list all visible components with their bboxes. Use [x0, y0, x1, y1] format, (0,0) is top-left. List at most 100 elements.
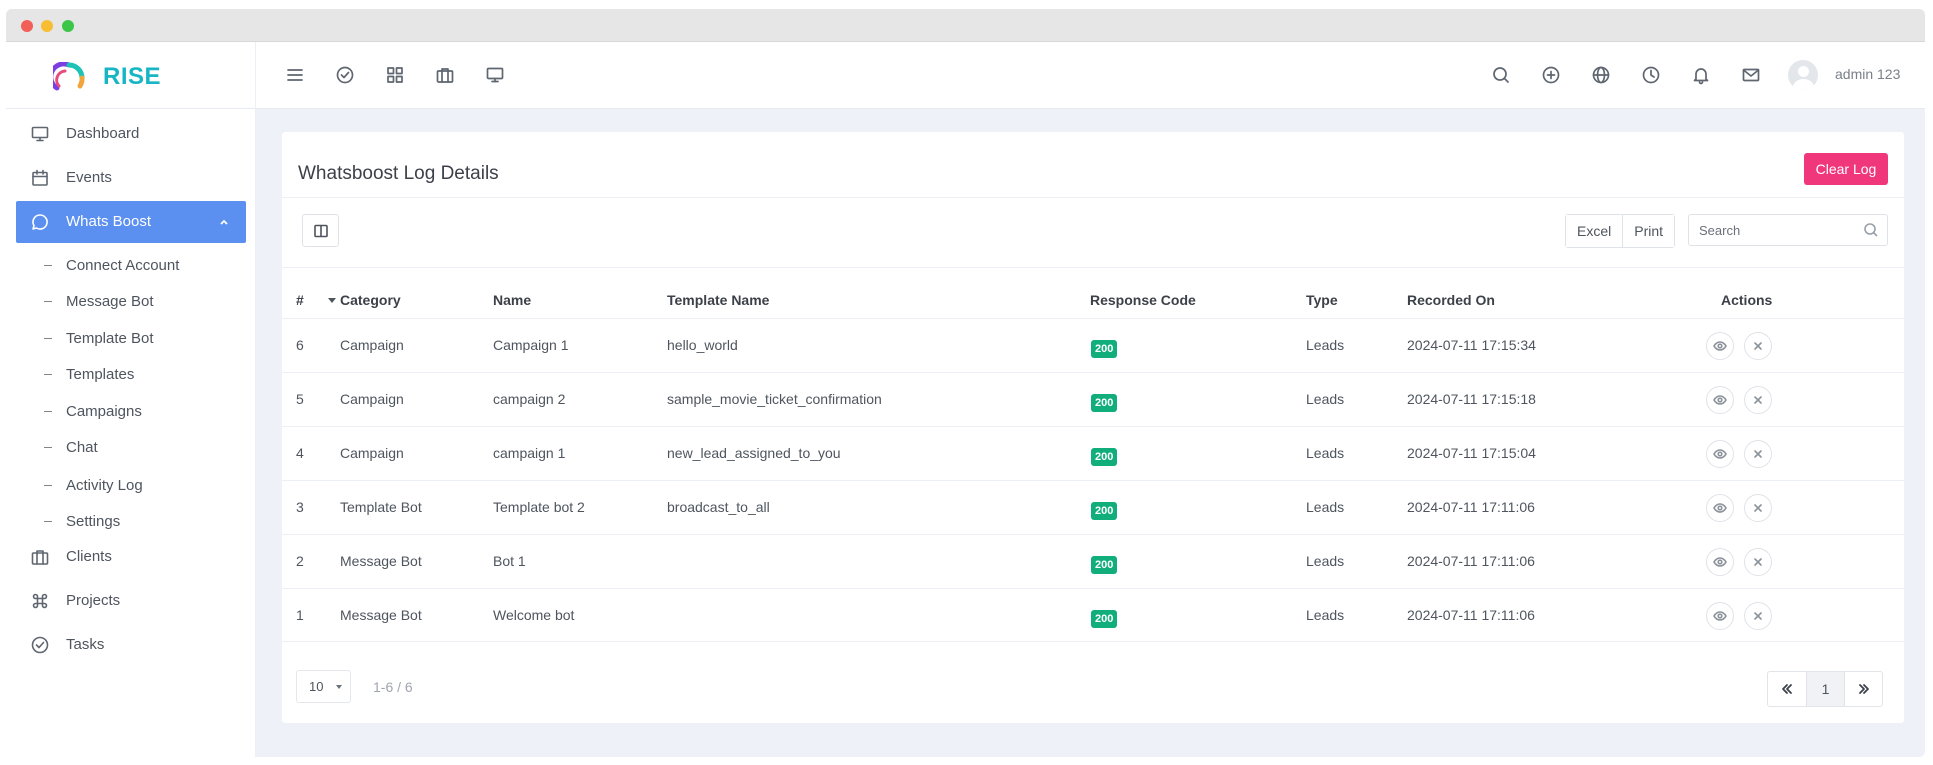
cell-recorded-on: 2024-07-11 17:15:04: [1407, 445, 1536, 461]
sidebar-item-tasks[interactable]: Tasks: [16, 624, 246, 666]
grid-icon[interactable]: [384, 64, 406, 86]
check-circle-icon[interactable]: [334, 64, 356, 86]
next-page-button[interactable]: [1844, 672, 1882, 706]
eye-icon: [1713, 503, 1727, 513]
mail-icon[interactable]: [1740, 64, 1762, 86]
cell-type: Leads: [1306, 445, 1345, 461]
cell-category: Message Bot: [340, 553, 422, 569]
eye-icon: [1713, 341, 1727, 351]
sidebar-item-projects[interactable]: Projects: [16, 580, 246, 622]
sidebar-subitem-connect-account[interactable]: Connect Account: [16, 246, 246, 286]
sidebar-subitem-label: Activity Log: [66, 477, 143, 494]
sidebar-item-dashboard[interactable]: Dashboard: [16, 113, 246, 155]
excel-button[interactable]: Excel: [1566, 215, 1623, 247]
previous-page-button[interactable]: [1768, 672, 1806, 706]
eye-icon: [1713, 395, 1727, 405]
cell-id: 5: [296, 391, 304, 407]
status-badge: 200: [1091, 610, 1118, 628]
menu-toggle-icon[interactable]: [284, 64, 306, 86]
table-row[interactable]: 3 Template Bot Template bot 2 broadcast_…: [282, 480, 1904, 534]
columns-icon: [313, 224, 328, 237]
page-button[interactable]: 1: [1806, 672, 1844, 706]
bell-icon[interactable]: [1690, 64, 1712, 86]
column-header-name[interactable]: Name: [493, 292, 531, 308]
top-bar: RISE admin 123: [6, 42, 1925, 109]
cell-template-name: broadcast_to_all: [667, 499, 770, 515]
status-badge: 200: [1091, 448, 1118, 466]
minimize-window-button[interactable]: [41, 20, 53, 32]
cell-category: Message Bot: [340, 607, 422, 623]
column-header-template-name[interactable]: Template Name: [667, 292, 769, 308]
search-icon[interactable]: [1863, 222, 1879, 238]
sidebar-item-events[interactable]: Events: [16, 157, 246, 199]
delete-button[interactable]: [1744, 602, 1772, 630]
table-row[interactable]: 2 Message Bot Bot 1 200 Leads 2024-07-11…: [282, 534, 1904, 588]
view-button[interactable]: [1706, 494, 1734, 522]
briefcase-icon[interactable]: [434, 64, 456, 86]
cell-type: Leads: [1306, 553, 1345, 569]
sidebar-subitem-message-bot[interactable]: Message Bot: [16, 282, 246, 322]
column-header-response-code[interactable]: Response Code: [1090, 292, 1196, 308]
avatar[interactable]: [1788, 60, 1818, 90]
delete-button[interactable]: [1744, 548, 1772, 576]
sidebar-subitem-activity-log[interactable]: Activity Log: [16, 466, 246, 506]
close-window-button[interactable]: [21, 20, 33, 32]
table-row[interactable]: 6 Campaign Campaign 1 hello_world 200 Le…: [282, 318, 1904, 372]
dash-icon: [44, 521, 52, 522]
dash-icon: [44, 485, 52, 486]
close-icon: [1754, 558, 1762, 566]
sort-desc-icon[interactable]: [328, 298, 336, 303]
brand[interactable]: RISE: [6, 42, 256, 109]
command-icon: [30, 591, 50, 611]
sidebar-subitem-campaigns[interactable]: Campaigns: [16, 392, 246, 432]
pagination: 1: [1767, 671, 1883, 707]
view-button[interactable]: [1706, 386, 1734, 414]
add-circle-icon[interactable]: [1540, 64, 1562, 86]
chevron-up-icon: [218, 215, 230, 227]
cell-id: 2: [296, 553, 304, 569]
brand-name: RISE: [103, 63, 162, 90]
sidebar-item-label: Dashboard: [66, 125, 140, 142]
cell-recorded-on: 2024-07-11 17:15:34: [1407, 337, 1536, 353]
search-input[interactable]: [1689, 215, 1859, 245]
user-name[interactable]: admin 123: [1835, 66, 1900, 82]
monitor-icon[interactable]: [484, 64, 506, 86]
page-size-select[interactable]: 10: [296, 670, 351, 703]
table-row[interactable]: 5 Campaign campaign 2 sample_movie_ticke…: [282, 372, 1904, 426]
view-button[interactable]: [1706, 440, 1734, 468]
sidebar-subitem-label: Message Bot: [66, 293, 154, 310]
column-header-id[interactable]: #: [296, 292, 304, 308]
column-header-category[interactable]: Category: [340, 292, 401, 308]
delete-button[interactable]: [1744, 440, 1772, 468]
cell-name: Welcome bot: [493, 607, 575, 623]
sidebar-item-whats-boost[interactable]: Whats Boost: [16, 201, 246, 243]
columns-toggle-button[interactable]: [302, 214, 339, 247]
delete-button[interactable]: [1744, 332, 1772, 360]
clear-log-button[interactable]: Clear Log: [1804, 153, 1888, 185]
status-badge: 200: [1091, 556, 1118, 574]
monitor-icon: [30, 124, 50, 144]
delete-button[interactable]: [1744, 386, 1772, 414]
sidebar-subitem-templates[interactable]: Templates: [16, 355, 246, 395]
print-button[interactable]: Print: [1622, 215, 1675, 247]
status-badge: 200: [1091, 394, 1118, 412]
column-header-recorded-on[interactable]: Recorded On: [1407, 292, 1495, 308]
cell-category: Campaign: [340, 391, 404, 407]
table-row[interactable]: 4 Campaign campaign 1 new_lead_assigned_…: [282, 426, 1904, 480]
search-icon[interactable]: [1490, 64, 1512, 86]
clock-icon[interactable]: [1640, 64, 1662, 86]
maximize-window-button[interactable]: [62, 20, 74, 32]
globe-icon[interactable]: [1590, 64, 1612, 86]
sidebar-subitem-chat[interactable]: Chat: [16, 428, 246, 468]
view-button[interactable]: [1706, 602, 1734, 630]
cell-category: Template Bot: [340, 499, 422, 515]
sidebar-item-label: Whats Boost: [66, 213, 152, 230]
cell-name: Bot 1: [493, 553, 526, 569]
delete-button[interactable]: [1744, 494, 1772, 522]
view-button[interactable]: [1706, 332, 1734, 360]
column-header-type[interactable]: Type: [1306, 292, 1338, 308]
table-row[interactable]: 1 Message Bot Welcome bot 200 Leads 2024…: [282, 588, 1904, 642]
view-button[interactable]: [1706, 548, 1734, 576]
sidebar-subitem-template-bot[interactable]: Template Bot: [16, 319, 246, 359]
sidebar-item-clients[interactable]: Clients: [16, 536, 246, 578]
